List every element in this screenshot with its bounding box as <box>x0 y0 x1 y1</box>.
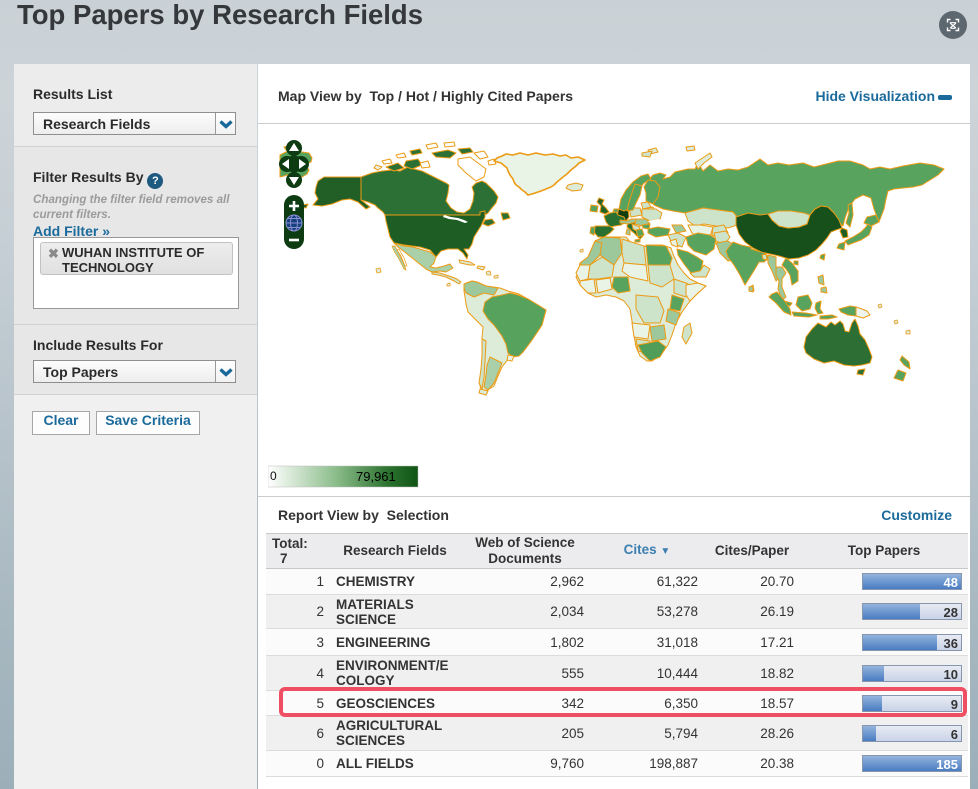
svg-text:0: 0 <box>270 469 277 483</box>
svg-text:79,961: 79,961 <box>356 469 396 484</box>
